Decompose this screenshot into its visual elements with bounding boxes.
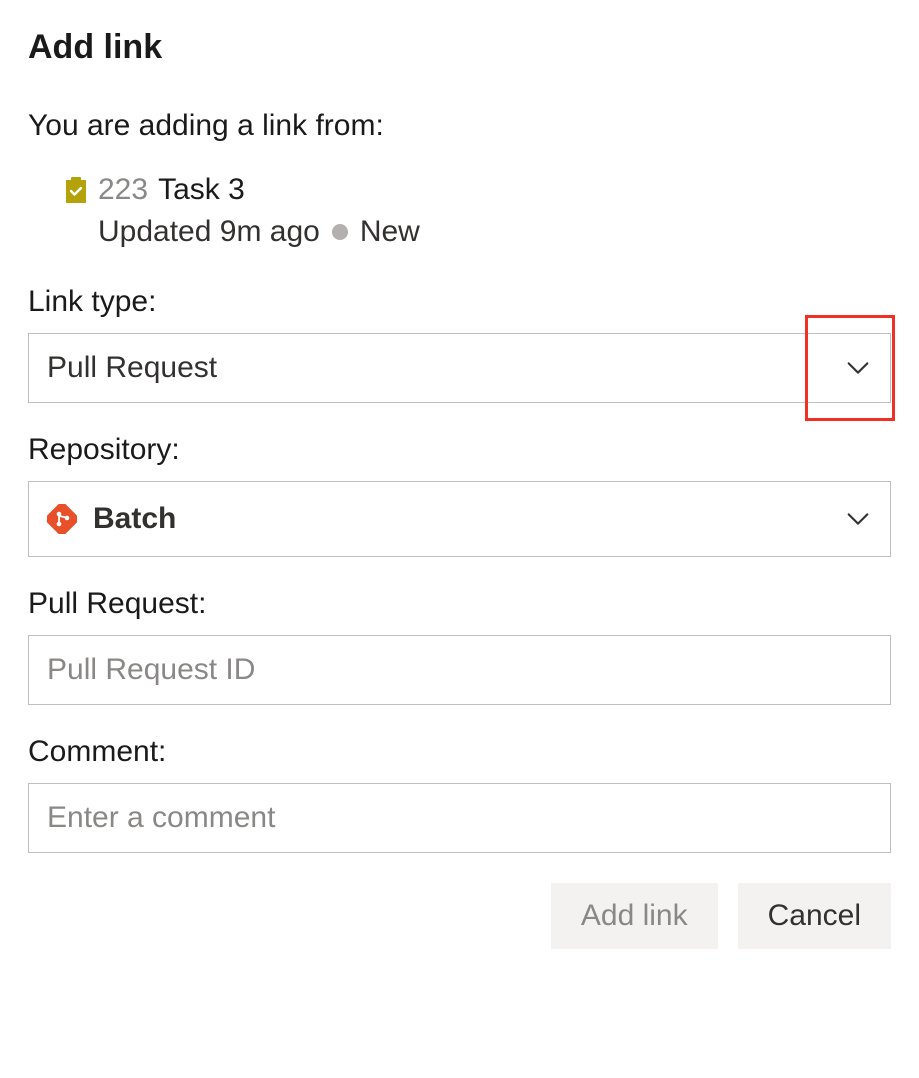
comment-label: Comment: [28,735,891,769]
workitem-summary: 223 Task 3 Updated 9m ago New [28,173,891,249]
workitem-title: Task 3 [158,173,245,207]
repository-label: Repository: [28,433,891,467]
git-repo-icon [47,504,77,534]
chevron-down-icon [844,354,872,382]
comment-input[interactable] [47,801,872,835]
pull-request-input[interactable] [47,653,872,687]
repository-value: Batch [93,502,176,536]
pull-request-label: Pull Request: [28,587,891,621]
chevron-down-icon [844,505,872,533]
dialog-title: Add link [28,28,891,67]
dialog-subtitle: You are adding a link from: [28,109,891,143]
link-type-label: Link type: [28,285,891,319]
repository-dropdown[interactable]: Batch [28,481,891,557]
task-icon [64,177,88,203]
workitem-id: 223 [98,173,148,207]
add-link-button[interactable]: Add link [551,883,718,949]
workitem-updated: Updated 9m ago [98,215,320,249]
workitem-state: New [360,215,420,249]
link-type-dropdown[interactable]: Pull Request [28,333,891,403]
link-type-value: Pull Request [47,351,217,385]
state-dot-icon [332,224,348,240]
cancel-button[interactable]: Cancel [738,883,891,949]
